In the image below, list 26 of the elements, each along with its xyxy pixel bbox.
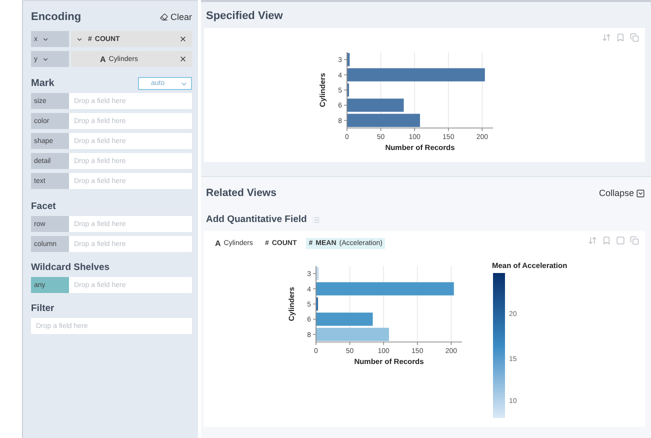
close-icon[interactable] — [179, 55, 187, 63]
close-icon[interactable] — [179, 35, 187, 43]
section-title: Filter — [31, 303, 54, 314]
section-title: Encoding — [31, 11, 82, 23]
copy-icon[interactable] — [630, 33, 639, 42]
collapse-button[interactable]: Collapse — [598, 188, 645, 198]
list-icon — [312, 216, 320, 224]
section-title: Mark — [31, 78, 54, 89]
bookmark-icon[interactable] — [602, 236, 611, 245]
sort-icon[interactable] — [602, 33, 611, 42]
eraser-icon — [160, 13, 168, 21]
caret-icon — [76, 36, 83, 42]
caret-icon — [42, 56, 48, 62]
view-title: Specified View — [206, 10, 283, 22]
table-icon[interactable] — [616, 236, 625, 245]
view-title: Related Views — [206, 187, 276, 199]
group-title: Add Quantitative Field — [206, 214, 307, 225]
collapse-icon — [636, 188, 645, 198]
section-title: Facet — [31, 201, 56, 212]
section-title: Wildcard Shelves — [31, 262, 110, 273]
sort-icon[interactable] — [588, 236, 597, 245]
clear-button[interactable]: Clear — [160, 12, 192, 22]
copy-icon[interactable] — [630, 236, 639, 245]
bookmark-icon[interactable] — [616, 33, 625, 42]
type-symbol: A — [100, 54, 106, 64]
caret-icon — [42, 36, 48, 42]
